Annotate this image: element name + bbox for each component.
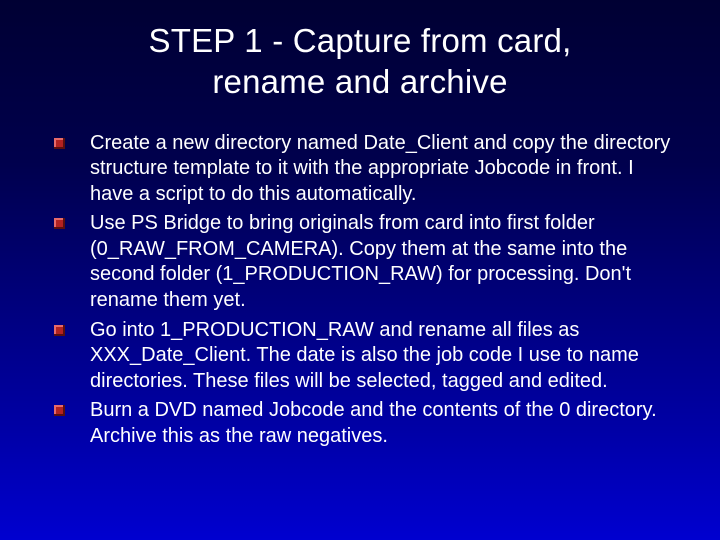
- list-item: Burn a DVD named Jobcode and the content…: [46, 398, 674, 449]
- list-item: Create a new directory named Date_Client…: [46, 131, 674, 208]
- slide-body: Create a new directory named Date_Client…: [0, 113, 720, 450]
- list-item: Use PS Bridge to bring originals from ca…: [46, 211, 674, 313]
- slide: STEP 1 - Capture from card, rename and a…: [0, 0, 720, 540]
- slide-title: STEP 1 - Capture from card, rename and a…: [0, 0, 720, 113]
- list-item: Go into 1_PRODUCTION_RAW and rename all …: [46, 318, 674, 395]
- bullet-list: Create a new directory named Date_Client…: [46, 131, 674, 450]
